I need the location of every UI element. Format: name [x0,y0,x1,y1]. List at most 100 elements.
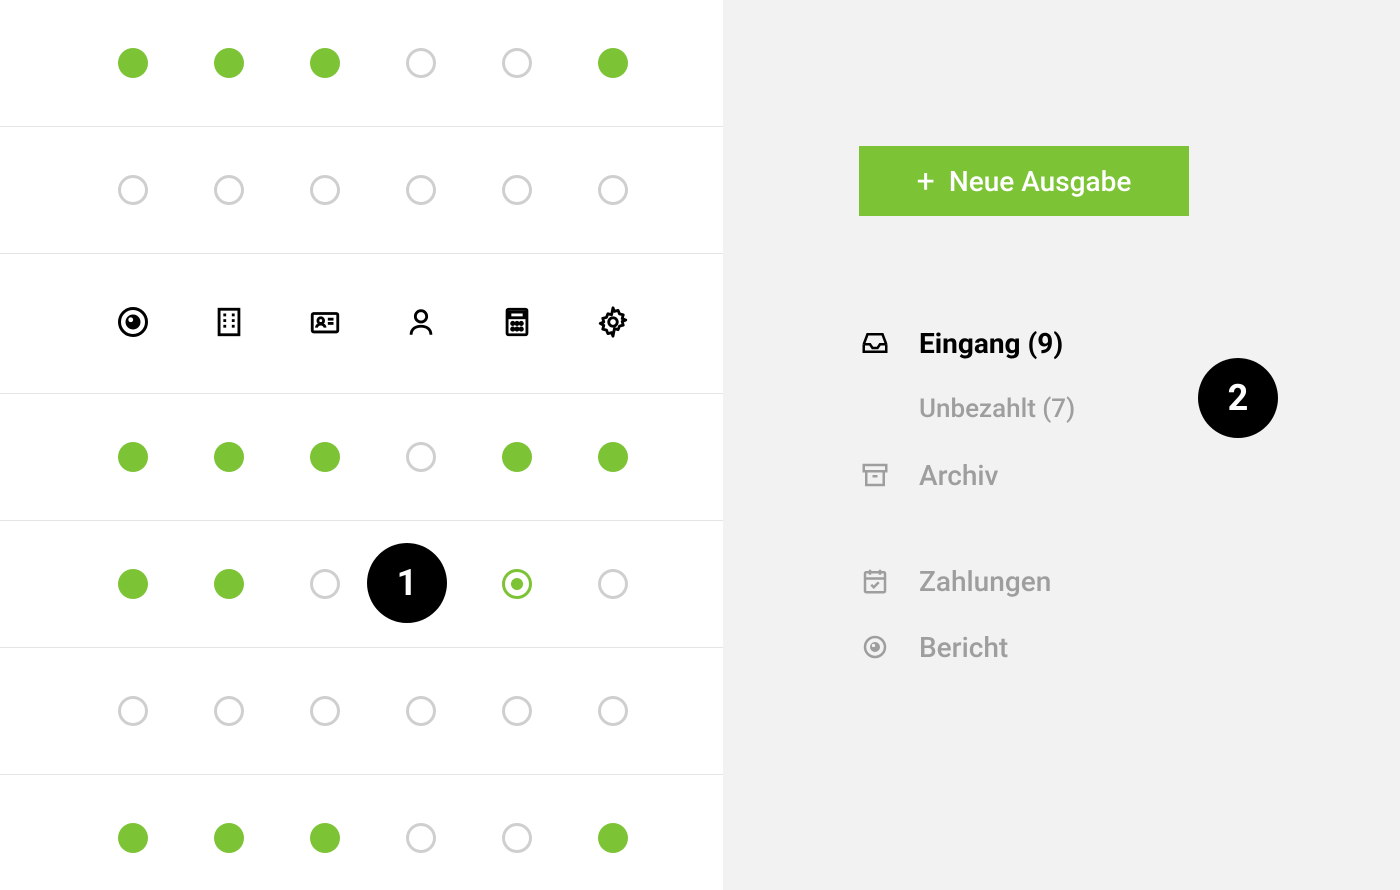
matrix-cell[interactable] [373,127,469,253]
matrix-cell[interactable] [85,394,181,520]
matrix-cell[interactable] [469,521,565,647]
matrix-row [0,394,723,521]
matrix-row [0,0,723,127]
matrix-cell[interactable] [565,775,661,890]
matrix-cell[interactable] [469,394,565,520]
matrix-cell[interactable] [469,775,565,890]
nav-payments[interactable]: Zahlungen [859,548,1329,614]
dot-filled-icon [598,48,628,78]
matrix-cell[interactable] [469,648,565,774]
column-header-view [85,254,181,393]
dot-empty-icon [406,442,436,472]
matrix-cell[interactable] [565,127,661,253]
dot-empty-icon [502,48,532,78]
dot-empty-icon [406,823,436,853]
matrix-cell[interactable] [565,0,661,126]
matrix-cell[interactable] [373,394,469,520]
new-expense-button[interactable]: + Neue Ausgabe [859,146,1189,216]
matrix-cell[interactable] [565,521,661,647]
matrix-cell[interactable] [181,394,277,520]
matrix-header-row [0,254,723,394]
matrix-cell[interactable] [565,648,661,774]
dot-empty-icon [502,175,532,205]
column-header-settings [565,254,661,393]
dot-filled-icon [214,569,244,599]
matrix-row: 1 [0,521,723,648]
dot-filled-icon [214,823,244,853]
new-expense-label: Neue Ausgabe [949,165,1132,198]
column-header-user [373,254,469,393]
expenses-sidebar: + Neue Ausgabe Eingang (9) Unbezahlt (7)… [723,0,1400,890]
dot-empty-icon [406,696,436,726]
matrix-row [0,127,723,254]
dot-empty-icon [310,696,340,726]
matrix-cell[interactable] [277,521,373,647]
nav-inbox-label: Eingang (9) [919,327,1063,360]
matrix-cell[interactable]: 1 [373,521,469,647]
column-header-company [181,254,277,393]
dot-filled-icon [214,48,244,78]
report-eye-icon [859,631,891,663]
dot-filled-icon [598,823,628,853]
column-header-accounting [469,254,565,393]
matrix-row [0,648,723,775]
matrix-cell[interactable] [373,775,469,890]
matrix-cell[interactable] [277,127,373,253]
matrix-cell[interactable] [181,521,277,647]
matrix-cell[interactable] [277,0,373,126]
dot-empty-icon [214,696,244,726]
inbox-icon [859,327,891,359]
nav-report-label: Bericht [919,631,1008,664]
dot-empty-icon [406,175,436,205]
column-header-contacts [277,254,373,393]
dot-filled-icon [118,823,148,853]
dot-empty-icon [598,569,628,599]
matrix-cell[interactable] [85,127,181,253]
dot-empty-icon [598,696,628,726]
dot-empty-icon [502,696,532,726]
id-card-icon [308,305,342,343]
matrix-cell[interactable] [373,0,469,126]
matrix-cell[interactable] [469,127,565,253]
dot-empty-icon [310,569,340,599]
nav-report[interactable]: Bericht [859,614,1329,680]
dot-filled-icon [214,442,244,472]
dot-empty-icon [310,175,340,205]
dot-filled-icon [598,442,628,472]
archive-icon [859,459,891,491]
gear-icon [596,305,630,343]
annotation-callout-2: 2 [1198,358,1278,438]
matrix-cell[interactable] [277,394,373,520]
dot-filled-icon [310,823,340,853]
matrix-row [0,775,723,890]
annotation-callout-1: 1 [367,543,447,623]
nav-archive-label: Archiv [919,459,998,492]
nav-unpaid-label: Unbezahlt (7) [919,394,1075,424]
dot-filled-icon [118,48,148,78]
matrix-cell[interactable] [277,775,373,890]
dot-empty-icon [598,175,628,205]
matrix-cell[interactable] [277,648,373,774]
matrix-cell[interactable] [85,775,181,890]
matrix-cell[interactable] [181,127,277,253]
matrix-cell[interactable] [565,394,661,520]
matrix-cell[interactable] [181,775,277,890]
building-icon [212,305,246,343]
matrix-cell[interactable] [373,648,469,774]
dot-filled-icon [502,442,532,472]
matrix-cell[interactable] [85,0,181,126]
calendar-check-icon [859,565,891,597]
matrix-cell[interactable] [85,521,181,647]
calculator-icon [500,305,534,343]
matrix-cell[interactable] [469,0,565,126]
person-icon [404,305,438,343]
matrix-cell[interactable] [85,648,181,774]
nav-archive[interactable]: Archiv [859,442,1329,508]
dot-empty-icon [502,823,532,853]
matrix-cell[interactable] [181,0,277,126]
dot-empty-icon [406,48,436,78]
matrix-cell[interactable] [181,648,277,774]
eye-icon [115,304,151,344]
permissions-matrix: 1 [0,0,723,890]
dot-filled-icon [310,48,340,78]
